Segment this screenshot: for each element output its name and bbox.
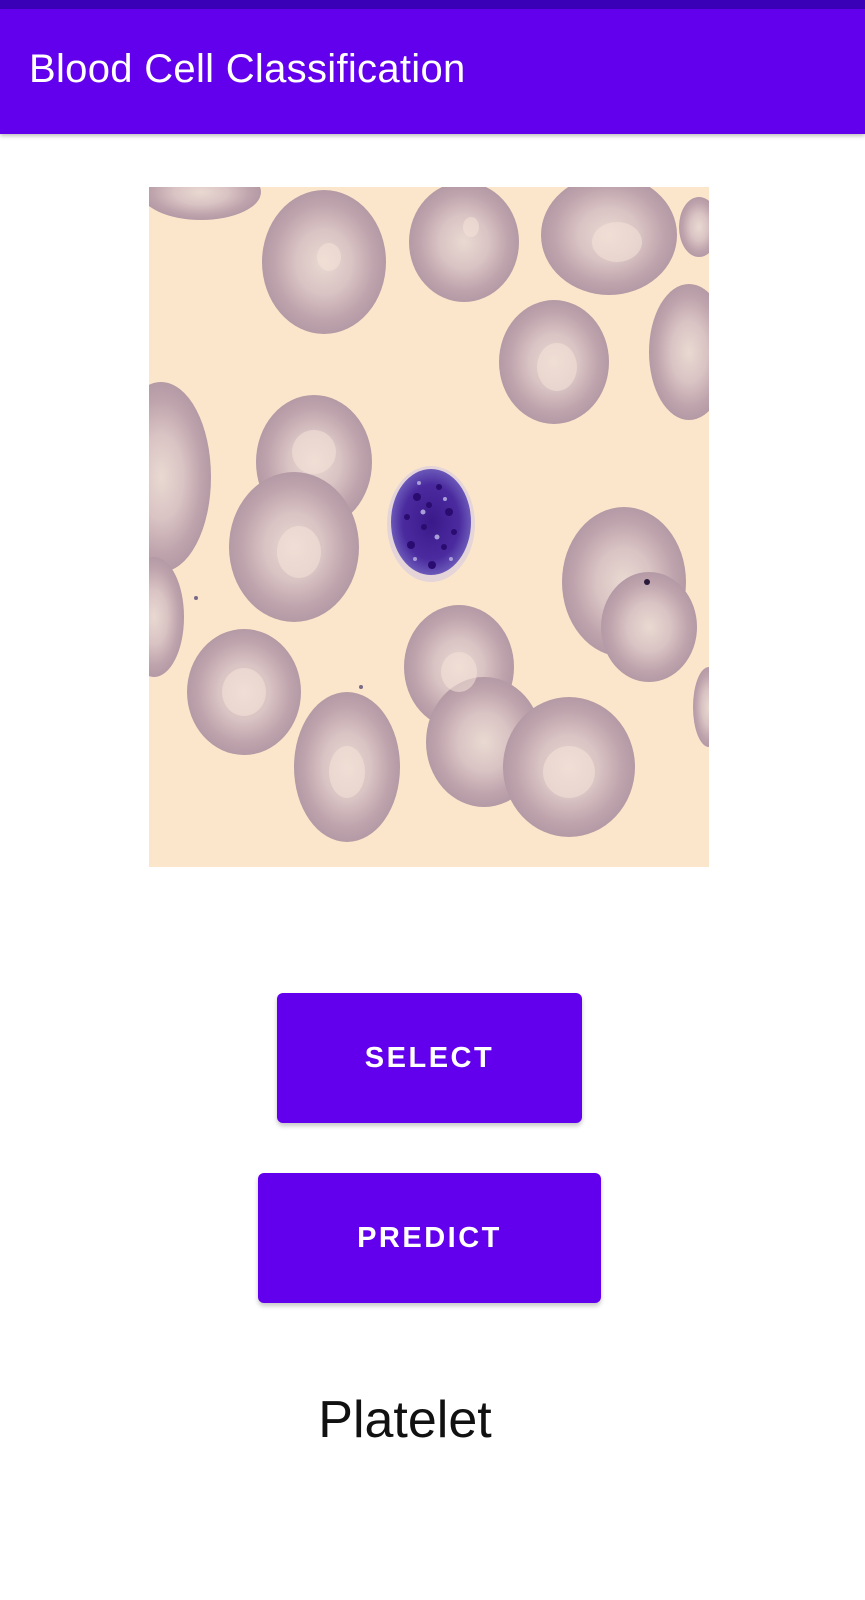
app-bar: Blood Cell Classification bbox=[0, 9, 865, 134]
status-bar bbox=[0, 0, 865, 9]
app-title: Blood Cell Classification bbox=[29, 47, 466, 91]
predict-button-label: PREDICT bbox=[357, 1221, 502, 1254]
predict-button[interactable]: PREDICT bbox=[258, 1173, 601, 1303]
blood-cell-image bbox=[149, 187, 709, 867]
select-button[interactable]: SELECT bbox=[277, 993, 582, 1123]
select-button-label: SELECT bbox=[364, 1041, 495, 1074]
prediction-result: Platelet bbox=[318, 1391, 492, 1449]
